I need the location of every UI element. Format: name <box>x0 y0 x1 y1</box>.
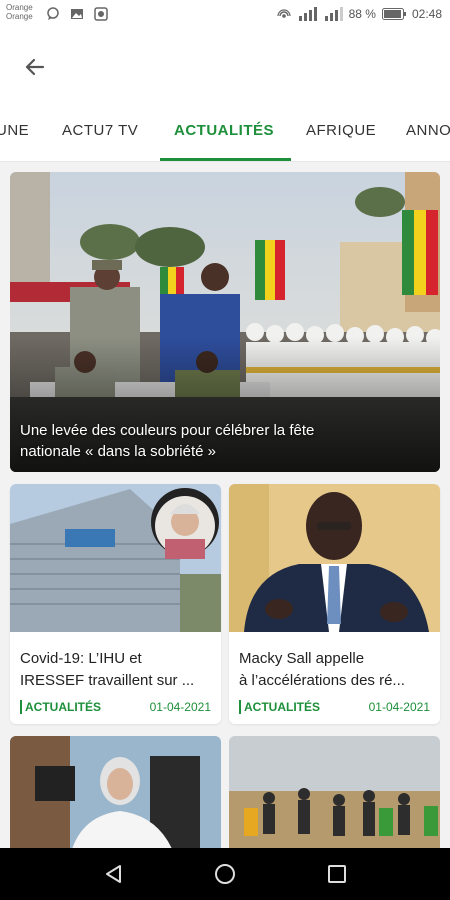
tab-afrique[interactable]: AFRIQUE <box>306 122 376 139</box>
active-tab-indicator <box>160 158 291 161</box>
article-thumbnail <box>10 484 221 632</box>
app-bar <box>0 32 450 100</box>
chat-icon <box>47 7 59 20</box>
hero-article[interactable]: Une levée des couleurs pour célébrer la … <box>10 172 440 472</box>
article-card[interactable] <box>229 736 440 848</box>
article-thumbnail <box>229 736 440 848</box>
category-tabs: UNE ACTU7 TV ACTUALITÉS AFRIQUE ANNO <box>0 100 450 162</box>
article-meta: ACTUALITÉS 01-04-2021 <box>239 700 430 714</box>
article-card[interactable] <box>10 736 221 848</box>
article-card[interactable]: Covid-19: L’IHU et IRESSEF travaillent s… <box>10 484 221 724</box>
tab-une[interactable]: UNE <box>0 122 29 139</box>
article-category[interactable]: ACTUALITÉS <box>20 700 101 714</box>
article-title: Covid-19: L’IHU et IRESSEF travaillent s… <box>20 648 215 692</box>
article-thumbnail <box>229 484 440 632</box>
article-date: 01-04-2021 <box>149 700 211 714</box>
arrow-left-icon <box>25 58 45 76</box>
article-date: 01-04-2021 <box>368 700 430 714</box>
carrier-label-1: Orange <box>6 3 33 12</box>
article-title-line-2: à l’accélérations des ré... <box>239 672 405 689</box>
hero-title-line-2: nationale « dans la sobriété » <box>20 443 216 460</box>
article-title-line-1: Macky Sall appelle <box>239 650 365 667</box>
article-thumbnail <box>10 736 221 848</box>
hero-title-line-1: Une levée des couleurs pour célébrer la … <box>20 422 315 439</box>
clock: 02:48 <box>411 7 442 21</box>
camera-icon <box>94 7 108 21</box>
back-triangle-icon[interactable] <box>103 863 125 885</box>
article-title-line-1: Covid-19: L’IHU et <box>20 650 142 667</box>
battery-percent: 88 % <box>348 7 376 21</box>
article-category[interactable]: ACTUALITÉS <box>239 700 320 714</box>
article-card[interactable]: Macky Sall appelle à l’accélérations des… <box>229 484 440 724</box>
status-bar: Orange Orange 88 % 02:48 <box>0 0 450 32</box>
article-meta: ACTUALITÉS 01-04-2021 <box>20 700 211 714</box>
signal-icon-2 <box>324 7 343 21</box>
carrier-label-2: Orange <box>6 12 33 21</box>
article-title: Macky Sall appelle à l’accélérations des… <box>239 648 434 692</box>
system-navigation-bar <box>0 848 450 900</box>
battery-icon <box>381 8 406 20</box>
back-button[interactable] <box>20 52 50 82</box>
image-icon <box>71 9 83 19</box>
hero-article-title: Une levée des couleurs pour célébrer la … <box>20 420 420 462</box>
tab-actualites[interactable]: ACTUALITÉS <box>174 122 274 139</box>
article-title-line-2: IRESSEF travaillent sur ... <box>20 672 195 689</box>
tab-annonces[interactable]: ANNO <box>406 122 450 139</box>
tab-actu7-tv[interactable]: ACTU7 TV <box>62 122 138 139</box>
news-feed[interactable]: Une levée des couleurs pour célébrer la … <box>0 162 450 848</box>
hotspot-icon <box>277 9 291 18</box>
recents-square-icon[interactable] <box>326 863 348 885</box>
home-circle-icon[interactable] <box>214 863 236 885</box>
carrier-labels: Orange Orange <box>6 3 33 21</box>
signal-icon-1 <box>298 7 317 21</box>
